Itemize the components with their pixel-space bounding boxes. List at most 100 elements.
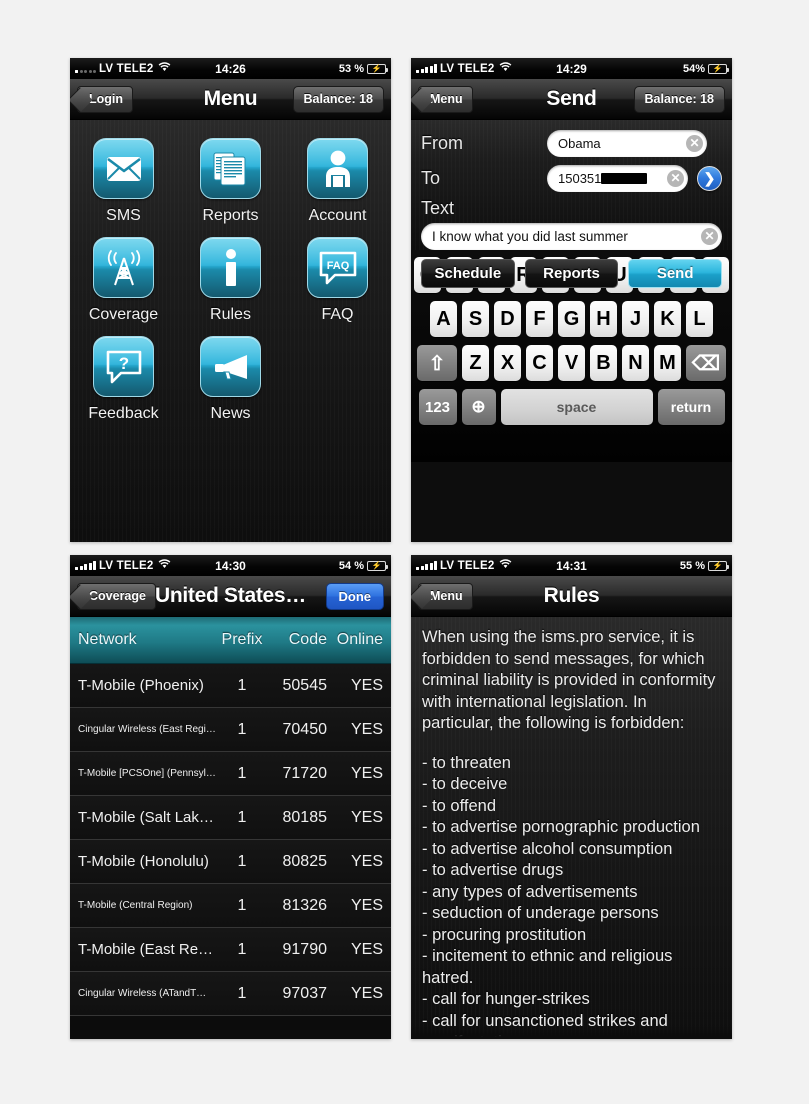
battery-icon: ⚡	[367, 560, 388, 571]
shift-key-icon[interactable]: ⇧	[417, 345, 457, 381]
menu-tile-label: Reports	[202, 207, 259, 224]
phone-panel-coverage: LV TELE2 14:30 54 % ⚡ Coverage United St…	[70, 555, 391, 1039]
status-left: LV TELE2	[416, 559, 512, 572]
clear-icon[interactable]: ✕	[667, 170, 684, 187]
signal-strength-icon	[416, 561, 437, 570]
balance-button[interactable]: Balance: 18	[292, 85, 384, 113]
message-text-input[interactable]: I know what you did last summer ✕	[421, 223, 722, 250]
key-c[interactable]: C	[526, 345, 553, 381]
back-button-menu[interactable]: Menu	[418, 582, 473, 610]
menu-tile-news[interactable]: News	[177, 336, 284, 423]
back-button-coverage[interactable]: Coverage	[77, 582, 156, 610]
key-a[interactable]: A	[430, 301, 457, 337]
key-h[interactable]: H	[590, 301, 617, 337]
carrier-label: LV TELE2	[440, 62, 495, 75]
cell-prefix: 1	[237, 896, 247, 914]
menu-tile-feedback[interactable]: ? Feedback	[70, 336, 177, 423]
menu-tile-coverage[interactable]: Coverage	[70, 237, 177, 324]
coverage-table-body[interactable]: T-Mobile (Phoenix) 1 50545 YES Cingular …	[70, 664, 391, 1039]
key-g[interactable]: G	[558, 301, 585, 337]
to-label: To	[421, 168, 441, 188]
cell-online: YES	[350, 676, 383, 694]
globe-icon[interactable]: ⊕	[461, 389, 496, 425]
clear-icon[interactable]: ✕	[686, 135, 703, 152]
cell-prefix: 1	[237, 940, 247, 958]
rules-list: - to threaten - to deceive - to offend -…	[422, 753, 721, 1040]
key-k[interactable]: K	[654, 301, 681, 337]
key-n[interactable]: N	[622, 345, 649, 381]
rules-content[interactable]: When using the isms.pro service, it is f…	[411, 617, 732, 1039]
info-icon	[200, 237, 261, 298]
cell-network: T-Mobile (Salt Lake City)	[78, 809, 219, 826]
key-j[interactable]: J	[622, 301, 649, 337]
column-header-code: Code	[288, 631, 327, 648]
svg-text:FAQ: FAQ	[326, 260, 349, 272]
chevron-right-circle-icon[interactable]: ❯	[697, 166, 722, 191]
done-button[interactable]: Done	[325, 582, 384, 610]
backspace-key-icon[interactable]: ⌫	[686, 345, 726, 381]
key-m[interactable]: M	[654, 345, 681, 381]
menu-tile-reports[interactable]: Reports	[177, 138, 284, 225]
reports-button[interactable]: Reports	[524, 259, 619, 288]
table-row[interactable]: T-Mobile (Central Region) 1 81326 YES	[70, 884, 391, 928]
battery-percent-label: 54 %	[338, 559, 364, 572]
to-input[interactable]: 150351 ✕	[547, 165, 688, 192]
status-right: 54% ⚡	[682, 62, 729, 75]
text-row: Text I know what you did last summer ✕	[421, 198, 722, 250]
column-header-network: Network	[78, 631, 137, 648]
return-key[interactable]: return	[657, 389, 725, 425]
schedule-button[interactable]: Schedule	[421, 259, 515, 288]
carrier-label: LV TELE2	[440, 559, 495, 572]
cell-prefix: 1	[237, 852, 247, 870]
table-row[interactable]: Cingular Wireless (ATandT… 1 97037 YES	[70, 972, 391, 1016]
carrier-label: LV TELE2	[99, 62, 154, 75]
cell-network: T-Mobile (Honolulu)	[78, 853, 209, 870]
battery-percent-label: 53 %	[338, 62, 364, 75]
cell-prefix: 1	[237, 984, 247, 1002]
key-d[interactable]: D	[494, 301, 521, 337]
send-button[interactable]: Send	[628, 259, 723, 288]
key-f[interactable]: F	[526, 301, 553, 337]
keyboard-row-3: ⇧ Z X C V B N M ⌫	[413, 345, 730, 381]
battery-percent-label: 54%	[682, 62, 705, 75]
table-row[interactable]: T-Mobile [PCSOne] (Pennsyl… 1 71720 YES	[70, 752, 391, 796]
cell-online: YES	[350, 764, 383, 782]
space-key[interactable]: space	[500, 389, 653, 425]
cell-online: YES	[350, 720, 383, 738]
from-input[interactable]: Obama ✕	[547, 130, 707, 157]
battery-icon: ⚡	[708, 560, 729, 571]
signal-strength-icon	[416, 64, 437, 73]
menu-tile-sms[interactable]: SMS	[70, 138, 177, 225]
key-s[interactable]: S	[462, 301, 489, 337]
clear-icon[interactable]: ✕	[701, 228, 718, 245]
table-row[interactable]: Cingular Wireless (East Regi… 1 70450 YE…	[70, 708, 391, 752]
table-row[interactable]: T-Mobile (Honolulu) 1 80825 YES	[70, 840, 391, 884]
list-item: - to threaten	[422, 753, 511, 772]
list-item: - to offend	[422, 796, 497, 815]
key-z[interactable]: Z	[462, 345, 489, 381]
menu-tile-rules[interactable]: Rules	[177, 237, 284, 324]
back-button-login[interactable]: Login	[77, 85, 134, 113]
antenna-tower-icon	[93, 237, 154, 298]
menu-tile-account[interactable]: Account	[284, 138, 391, 225]
cell-code: 80185	[282, 808, 328, 826]
signal-strength-icon	[75, 64, 96, 73]
menu-tile-faq[interactable]: FAQ FAQ	[284, 237, 391, 324]
table-row[interactable]: T-Mobile (Phoenix) 1 50545 YES	[70, 664, 391, 708]
table-row[interactable]: T-Mobile (East Region) 1 91790 YES	[70, 928, 391, 972]
key-v[interactable]: V	[558, 345, 585, 381]
numbers-key[interactable]: 123	[418, 389, 457, 425]
table-row[interactable]: T-Mobile (Salt Lake City) 1 80185 YES	[70, 796, 391, 840]
cell-code: 91790	[282, 940, 328, 958]
balance-button[interactable]: Balance: 18	[633, 85, 725, 113]
cell-network: Cingular Wireless (East Regi…	[78, 724, 216, 735]
cell-code: 81326	[282, 896, 328, 914]
cell-code: 50545	[282, 676, 328, 694]
key-x[interactable]: X	[494, 345, 521, 381]
back-button-menu[interactable]: Menu	[418, 85, 473, 113]
key-b[interactable]: B	[590, 345, 617, 381]
key-l[interactable]: L	[686, 301, 713, 337]
text-label: Text	[421, 198, 455, 218]
battery-icon: ⚡	[708, 63, 729, 74]
from-input-value: Obama	[558, 136, 601, 151]
